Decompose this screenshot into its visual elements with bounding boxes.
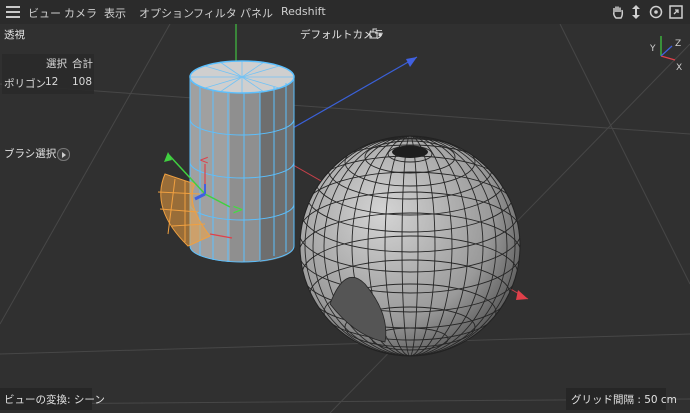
view-axis-indicator: Y Z X — [649, 36, 682, 73]
transform-status-bar: ビューの変換: シーン — [0, 388, 105, 410]
menu-item-panel[interactable]: パネル — [240, 5, 273, 21]
hand-pan-icon[interactable] — [610, 4, 626, 20]
stats-header-total: 合計 — [72, 58, 93, 70]
gizmo-label-y: Y — [649, 44, 656, 54]
gizmo-label-z: Z — [675, 39, 681, 49]
gizmo-label-x: X — [676, 63, 682, 73]
axis-arrow-z — [406, 57, 417, 67]
hamburger-menu-icon[interactable] — [6, 6, 20, 18]
brush-options-icon[interactable] — [57, 148, 70, 161]
menu-item-redshift[interactable]: Redshift — [281, 5, 326, 18]
stats-total-count: 108 — [72, 76, 93, 88]
menu-bar: ビュー カメラ 表示 オプション フィルタ パネル Redshift — [0, 0, 690, 24]
menu-item-camera[interactable]: カメラ — [64, 5, 97, 21]
grid-spacing-label: グリッド間隔 : 50 cm — [571, 394, 677, 406]
menu-item-view[interactable]: ビュー — [28, 5, 61, 21]
view-name-label: 透視 — [4, 29, 25, 41]
stats-row-label: ポリゴン — [4, 78, 46, 90]
viewport[interactable]: > < Y Z X 透視 デフォルトカメラ 選択 合計 ポリゴン 12 108 … — [0, 24, 690, 413]
rotate-icon[interactable] — [648, 4, 664, 20]
stats-selected-count: 12 — [45, 76, 59, 88]
menu-item-display[interactable]: 表示 — [104, 5, 126, 21]
axis-arrow-x — [516, 290, 528, 300]
brush-select-label[interactable]: ブラシ選択 — [4, 146, 56, 161]
menu-item-options[interactable]: オプション — [139, 5, 194, 21]
maximize-icon[interactable] — [668, 4, 684, 20]
stats-panel: 選択 合計 ポリゴン 12 108 — [2, 54, 94, 94]
sphere-object[interactable] — [299, 135, 521, 357]
transform-status-label: ビューの変換: シーン — [4, 394, 105, 406]
svg-text:>: > — [232, 202, 244, 218]
grid-status-bar: グリッド間隔 : 50 cm — [566, 388, 677, 410]
scene-canvas[interactable]: > < Y Z X — [0, 24, 690, 413]
svg-text:<: < — [199, 153, 209, 167]
menu-item-filter[interactable]: フィルタ — [193, 5, 237, 21]
move-arrows-icon[interactable] — [628, 4, 644, 20]
stats-header-selected: 選択 — [46, 58, 67, 70]
camera-link-icon[interactable] — [369, 28, 383, 40]
